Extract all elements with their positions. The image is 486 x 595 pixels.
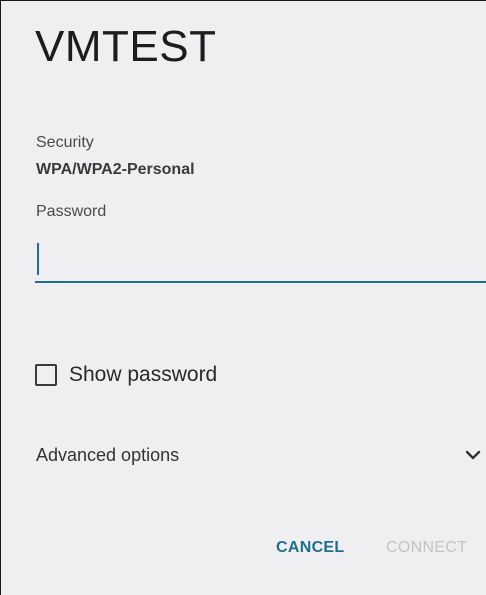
text-cursor <box>37 243 39 275</box>
cancel-button[interactable]: CANCEL <box>276 539 344 557</box>
advanced-options-toggle[interactable]: Advanced options <box>36 441 486 469</box>
show-password-label[interactable]: Show password <box>69 363 217 387</box>
show-password-row[interactable]: Show password <box>35 361 217 389</box>
wifi-connect-dialog: VMTEST Security WPA/WPA2-Personal Passwo… <box>0 0 486 595</box>
advanced-options-label: Advanced options <box>36 445 180 465</box>
connect-button[interactable]: CONNECT <box>386 539 467 557</box>
chevron-down-icon[interactable] <box>463 445 483 465</box>
security-label: Security <box>36 134 94 151</box>
password-label: Password <box>36 203 107 220</box>
show-password-checkbox[interactable] <box>35 364 57 386</box>
network-name-title: VMTEST <box>35 22 217 71</box>
security-value: WPA/WPA2-Personal <box>36 161 195 178</box>
password-input[interactable] <box>35 237 486 283</box>
